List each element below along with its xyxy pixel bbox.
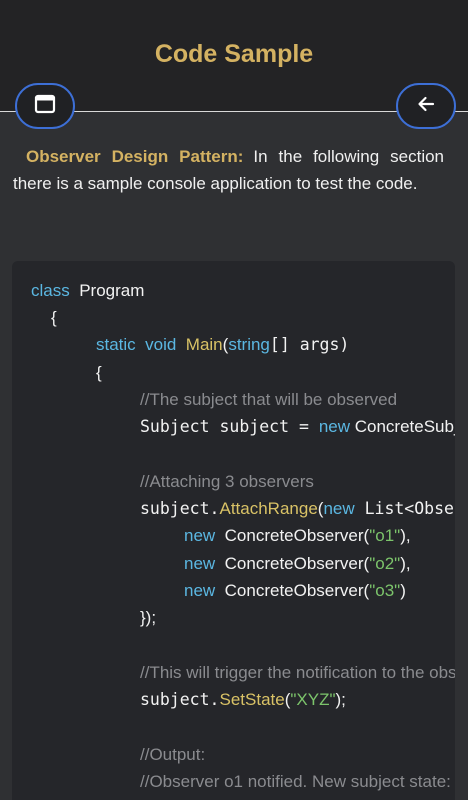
code-comment: //Attaching 3 observers (140, 472, 314, 491)
code-block: class Program { static void Main(string[… (12, 261, 455, 800)
code-comment: //Output: (140, 745, 206, 764)
code-line: class Program (31, 281, 145, 300)
intro-heading: Observer Design Pattern: (26, 147, 244, 166)
window-icon (34, 94, 56, 119)
code-line: { (96, 363, 102, 382)
page-title: Code Sample (154, 40, 314, 68)
code-line: { (51, 308, 57, 327)
code-line: new ConcreteObserver("o3") (184, 581, 406, 600)
code-line: new ConcreteObserver("o2"), (184, 554, 411, 573)
back-button[interactable] (396, 83, 456, 129)
arrow-left-icon (416, 94, 436, 119)
window-button[interactable] (15, 83, 75, 129)
code-comment: //Observer o1 notified. New subject stat… (140, 772, 455, 791)
code-line: subject.AttachRange(new List<Observer>{ (140, 499, 455, 518)
code-line: static void Main(string[] args) (96, 335, 350, 354)
code-line: subject.SetState("XYZ"); (140, 690, 346, 709)
intro-paragraph: Observer Design Pattern: In the following… (13, 144, 444, 197)
code-comment: //The subject that will be observed (140, 390, 398, 409)
code-line: }); (140, 608, 157, 627)
code-comment: //This will trigger the notification to … (140, 663, 455, 682)
code-line: new ConcreteObserver("o1"), (184, 526, 411, 545)
code-line: Subject subject = new ConcreteSubject(); (140, 417, 455, 436)
